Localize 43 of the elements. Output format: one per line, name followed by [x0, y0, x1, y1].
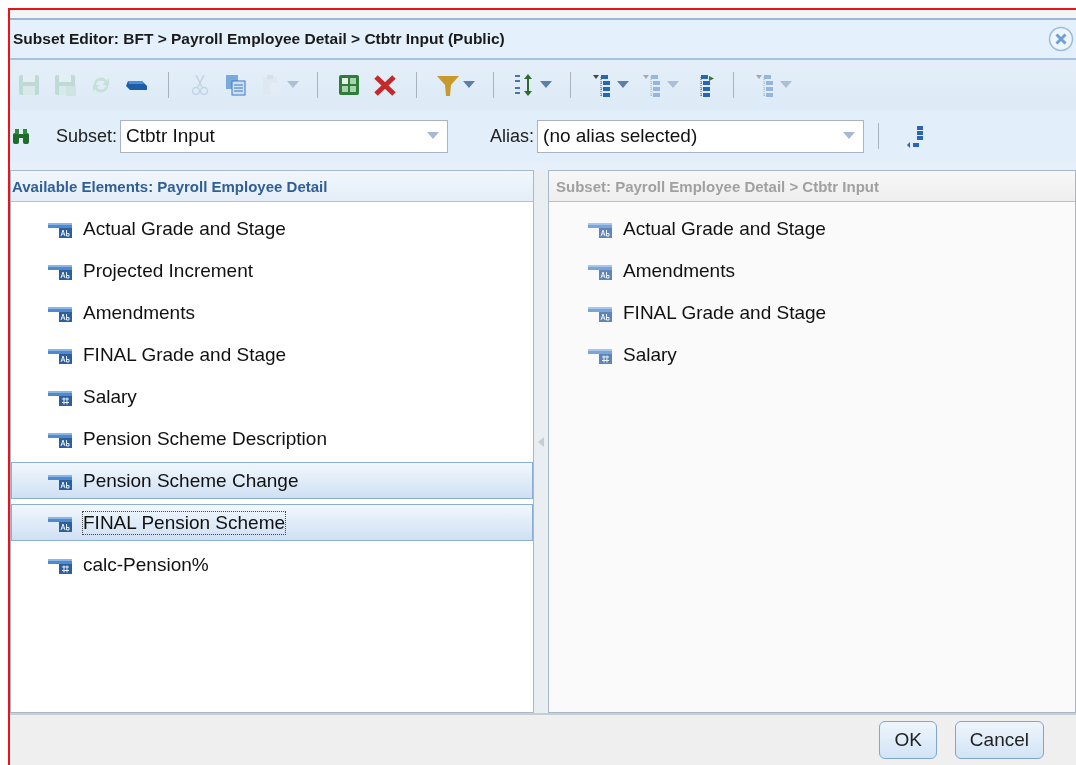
element-row[interactable]: Pension Scheme Change	[11, 462, 533, 499]
element-row[interactable]: Amendments	[11, 294, 533, 331]
window-title: Subset Editor: BFT > Payroll Employee Detail > Ctbtr Input (Public)	[13, 30, 505, 48]
caret-icon[interactable]	[843, 132, 856, 140]
element-row[interactable]: Projected Increment	[11, 252, 533, 289]
element-label: Projected Increment	[82, 258, 255, 283]
splitter-handle[interactable]	[534, 170, 548, 713]
element-label: FINAL Grade and Stage	[82, 342, 288, 367]
element-label[interactable]: Amendments	[622, 258, 736, 283]
element-label[interactable]: FINAL Grade and Stage	[622, 300, 828, 325]
caret-icon[interactable]	[463, 81, 475, 89]
binoculars-icon[interactable]	[12, 127, 30, 145]
element-label: calc-Pension%	[82, 552, 210, 577]
caret-icon[interactable]	[427, 132, 440, 140]
element-row[interactable]: calc-Pension%	[11, 546, 533, 583]
caret-icon[interactable]	[617, 81, 629, 89]
subset-label: Subset:	[56, 125, 118, 147]
panel-title: Subset: Payroll Employee Detail > Ctbtr Input	[555, 177, 879, 195]
element-label: FINAL Pension Scheme	[82, 510, 287, 535]
dialog-button[interactable]: Cancel	[954, 721, 1044, 759]
delete-icon[interactable]	[372, 72, 398, 98]
element-label[interactable]: Salary	[622, 342, 678, 367]
element-label: Salary	[82, 384, 138, 409]
element-label: Pension Scheme Change	[82, 468, 300, 493]
subset-dropdown[interactable]: Ctbtr Input	[120, 119, 449, 153]
grid-icon[interactable]	[336, 72, 362, 98]
element-label[interactable]: Actual Grade and Stage	[622, 216, 827, 241]
element-row[interactable]: FINAL Pension Scheme	[11, 504, 533, 541]
element-label: Pension Scheme Description	[82, 426, 328, 451]
caret-icon[interactable]	[540, 81, 552, 89]
close-icon[interactable]	[1048, 26, 1074, 52]
element-row[interactable]: Actual Grade and Stage	[11, 210, 533, 247]
element-row[interactable]: FINAL Grade and Stage	[11, 336, 533, 373]
alias-dropdown[interactable]: (no alias selected)	[537, 119, 865, 153]
element-label: Actual Grade and Stage	[82, 216, 287, 241]
copy-icon[interactable]	[223, 72, 249, 98]
alias-label: Alias:	[490, 125, 535, 147]
element-row[interactable]: Pension Scheme Description	[11, 420, 533, 457]
collapse-arrow-icon[interactable]	[538, 436, 544, 447]
panel-title: Available Elements: Payroll Employee Detail	[12, 177, 328, 195]
dialog-button[interactable]: OK	[879, 721, 937, 759]
element-label: Amendments	[82, 300, 196, 325]
element-row[interactable]: Salary	[11, 378, 533, 415]
